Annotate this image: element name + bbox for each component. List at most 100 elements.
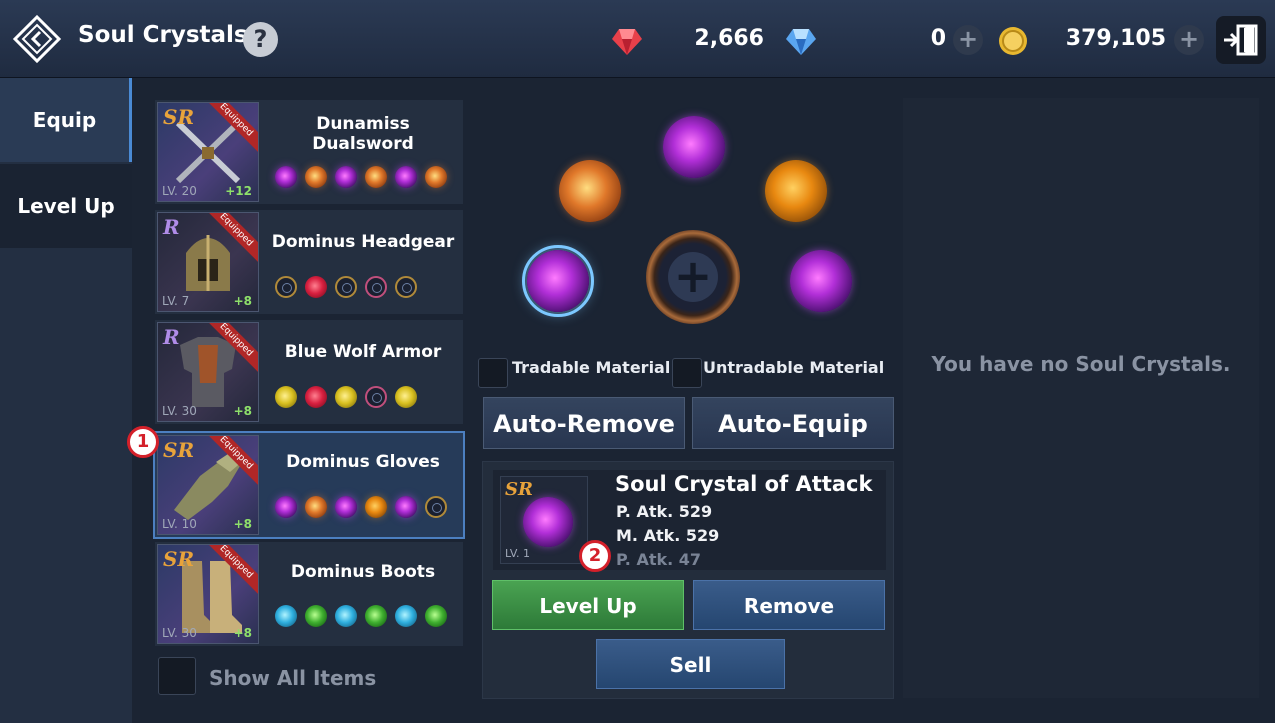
socket-upper-left[interactable] (559, 160, 621, 222)
purple-crystal-icon (275, 496, 297, 518)
orange-crystal-icon (425, 166, 447, 188)
item-name: Dominus Gloves (286, 452, 440, 472)
level-up-button[interactable]: Level Up (492, 580, 684, 630)
crystal-stat: P. Atk. 529 (616, 502, 713, 521)
item-enhance: +8 (233, 517, 252, 531)
grade-label: SR (163, 105, 195, 129)
orange-crystal-icon (305, 496, 327, 518)
item-name: Dunamiss Dualsword (312, 114, 414, 154)
empty-slot-icon (365, 276, 387, 298)
purple-crystal-icon (275, 166, 297, 188)
item-enhance: +8 (233, 626, 252, 640)
red-gem-icon (610, 24, 644, 58)
tab-level-up[interactable]: Level Up (0, 164, 132, 248)
empty-slot-icon (335, 276, 357, 298)
cyan-crystal-icon (335, 605, 357, 627)
item-level: LV. 10 (162, 517, 197, 531)
add-crystal-icon[interactable]: + (668, 252, 718, 302)
socket-lower-right[interactable] (790, 250, 852, 312)
item-level: LV. 30 (162, 626, 197, 640)
grade-label: R (163, 215, 180, 239)
item-thumbnail: SR Equipped LV. 10 +8 (157, 435, 259, 535)
gold-coin-icon (996, 24, 1030, 58)
item-thumbnail: SR Equipped LV. 30 +8 (157, 544, 259, 644)
add-gold-button[interactable]: + (1174, 25, 1204, 55)
gem-slots (275, 166, 455, 190)
yellow-crystal-icon (275, 386, 297, 408)
item-thumbnail: R Equipped LV. 30 +8 (157, 322, 259, 422)
auto-remove-button[interactable]: Auto-Remove (483, 397, 685, 449)
red-crystal-icon (305, 276, 327, 298)
sell-button[interactable]: Sell (596, 639, 785, 689)
grade-label: R (163, 325, 180, 349)
list-item-dominus-gloves[interactable]: SR Equipped LV. 10 +8 Dominus Gloves (153, 431, 465, 539)
purple-crystal-icon (395, 496, 417, 518)
auto-equip-button[interactable]: Auto-Equip (692, 397, 894, 449)
page-title: Soul Crystals (78, 22, 248, 48)
annotation-marker-2: 2 (579, 540, 611, 572)
item-level: LV. 30 (162, 404, 197, 418)
annotation-marker-1: 1 (127, 426, 159, 458)
show-all-checkbox[interactable] (158, 657, 196, 695)
empty-inventory-message: You have no Soul Crystals. (931, 352, 1231, 376)
empty-slot-icon (425, 496, 447, 518)
center-socket[interactable]: + (646, 230, 740, 324)
item-thumbnail: SR Equipped LV. 20 +12 (157, 102, 259, 202)
list-item-dominus-boots[interactable]: SR Equipped LV. 30 +8 Dominus Boots (155, 542, 463, 646)
grade-label: SR (163, 438, 195, 462)
item-level: LV. 20 (162, 184, 197, 198)
red-crystal-icon (305, 386, 327, 408)
purple-crystal-icon (335, 166, 357, 188)
item-level: LV. 7 (162, 294, 190, 308)
empty-slot-icon (275, 276, 297, 298)
tradable-material-label: Tradable Material (512, 358, 671, 377)
untradable-material-checkbox[interactable] (672, 358, 702, 388)
item-name: Dominus Headgear (271, 232, 455, 252)
cyan-crystal-icon (275, 605, 297, 627)
crystal-inventory-panel (903, 98, 1259, 698)
socket-upper-right[interactable] (765, 160, 827, 222)
back-diamond-icon[interactable] (12, 14, 62, 64)
gold-coin-count: 379,105 (1065, 26, 1166, 51)
crystal-name: Soul Crystal of Attack (615, 472, 873, 496)
empty-slot-icon (395, 276, 417, 298)
show-all-label: Show All Items (209, 666, 377, 690)
red-gem-count: 2,666 (694, 26, 764, 51)
green-crystal-icon (425, 605, 447, 627)
grade-label: SR (505, 479, 533, 500)
yellow-crystal-icon (335, 386, 357, 408)
crystal-thumbnail: SR LV. 1 (500, 476, 588, 564)
untradable-material-label: Untradable Material (703, 358, 885, 377)
help-button[interactable]: ? (243, 22, 278, 57)
orange-crystal-icon (365, 166, 387, 188)
remove-button[interactable]: Remove (693, 580, 885, 630)
purple-crystal-icon (395, 166, 417, 188)
item-name: Dominus Boots (290, 562, 436, 582)
blue-diamond-icon (784, 24, 818, 58)
item-enhance: +8 (233, 294, 252, 308)
list-item-dunamiss-dualsword[interactable]: SR Equipped LV. 20 +12 Dunamiss Dualswor… (155, 100, 463, 204)
socket-lower-left[interactable] (522, 245, 594, 317)
orange-crystal-icon (305, 166, 327, 188)
item-name: Blue Wolf Armor (284, 342, 442, 362)
green-crystal-icon (365, 605, 387, 627)
empty-slot-icon (365, 386, 387, 408)
gem-slots (275, 276, 455, 300)
exit-door-icon[interactable] (1216, 16, 1266, 64)
crystal-level: LV. 1 (505, 547, 531, 560)
item-thumbnail: R Equipped LV. 7 +8 (157, 212, 259, 312)
item-enhance: +12 (225, 184, 252, 198)
tab-equip[interactable]: Equip (0, 78, 132, 162)
list-item-dominus-headgear[interactable]: R Equipped LV. 7 +8 Dominus Headgear (155, 210, 463, 314)
tradable-material-checkbox[interactable] (478, 358, 508, 388)
gem-slots (275, 605, 455, 629)
crystal-stat: M. Atk. 529 (616, 526, 720, 545)
add-diamond-button[interactable]: + (953, 25, 983, 55)
blue-diamond-count: 0 (930, 26, 946, 51)
socket-top[interactable] (663, 116, 725, 178)
crystal-stat: P. Atk. 47 (616, 550, 702, 569)
list-item-blue-wolf-armor[interactable]: R Equipped LV. 30 +8 Blue Wolf Armor (155, 320, 463, 424)
yellow-crystal-icon (395, 386, 417, 408)
purple-crystal-icon (335, 496, 357, 518)
grade-label: SR (163, 547, 195, 571)
